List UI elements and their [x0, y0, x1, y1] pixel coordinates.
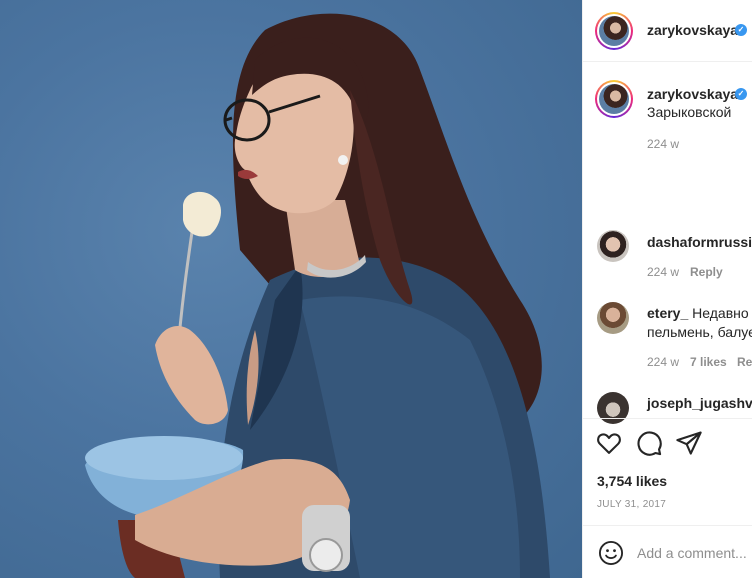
- comment-text-continued: пельмень, балуе: [647, 324, 752, 340]
- comment-username[interactable]: etery_: [647, 305, 688, 321]
- comment-avatar[interactable]: [597, 230, 629, 262]
- comment-username[interactable]: joseph_jugashvili: [647, 395, 752, 411]
- heart-icon[interactable]: [595, 429, 623, 457]
- post-image: [85, 13, 550, 578]
- post-header: zarykovskaya ✓: [583, 0, 752, 62]
- author-avatar[interactable]: [595, 12, 633, 50]
- add-comment-input[interactable]: [637, 542, 752, 564]
- post-actions: 3,754 likes JULY 31, 2017: [583, 418, 752, 578]
- post-date[interactable]: JULY 31, 2017: [597, 499, 666, 510]
- comment-avatar[interactable]: [597, 302, 629, 334]
- comment-likes[interactable]: 7 likes: [690, 355, 727, 369]
- share-icon[interactable]: [675, 429, 703, 457]
- caption-verified-badge-icon: ✓: [735, 88, 747, 100]
- caption-author-avatar[interactable]: [595, 80, 633, 118]
- add-comment-row: [583, 525, 752, 578]
- author-username[interactable]: zarykovskaya: [647, 22, 738, 38]
- verified-badge-icon: ✓: [735, 24, 747, 36]
- comment-time[interactable]: 224 w: [647, 265, 679, 279]
- comment-icon[interactable]: [635, 429, 663, 457]
- post-sidebar: zarykovskaya ✓ zarykovskaya ✓ Зарыковско…: [582, 0, 752, 578]
- caption-time[interactable]: 224 w: [647, 137, 679, 151]
- post-photo[interactable]: [0, 0, 582, 578]
- likes-count[interactable]: 3,754 likes: [597, 473, 667, 489]
- caption-username[interactable]: zarykovskaya: [647, 86, 738, 102]
- comment-username[interactable]: dashaformrussia: [647, 234, 752, 250]
- comment-time[interactable]: 224 w: [647, 355, 679, 369]
- comment-text: Недавно в: [692, 305, 752, 321]
- caption-text: Зарыковской: [647, 104, 732, 120]
- reply-button[interactable]: Rep: [737, 355, 752, 369]
- reply-button[interactable]: Reply: [690, 265, 723, 279]
- emoji-icon[interactable]: [597, 539, 625, 567]
